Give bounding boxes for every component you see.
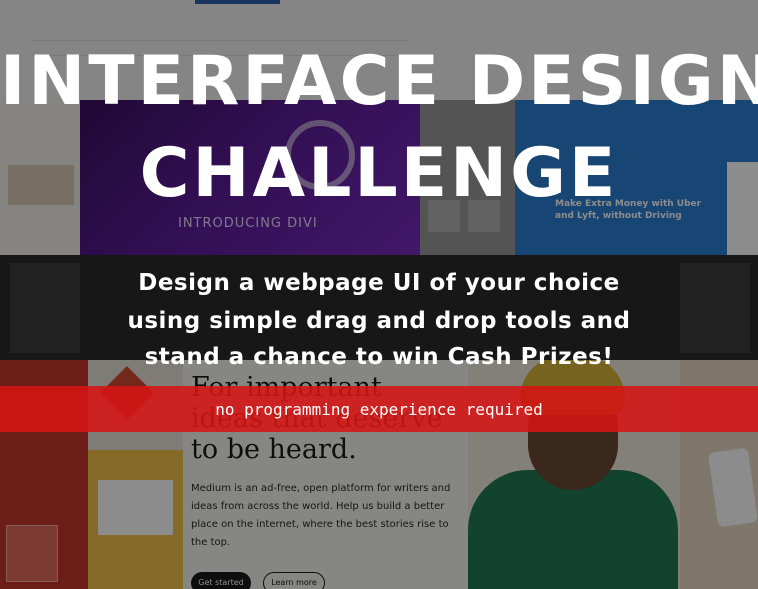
- title-line-2: CHALLENGE: [139, 134, 619, 213]
- subtitle-line-1: Design a webpage UI of your choice: [138, 270, 620, 296]
- band-text: no programming experience required: [215, 400, 543, 419]
- subtitle-line-3: stand a chance to win Cash Prizes!: [144, 344, 614, 370]
- title-line-1: INTERFACE DESIGN: [0, 42, 758, 121]
- subtitle-line-2: using simple drag and drop tools and: [127, 308, 631, 334]
